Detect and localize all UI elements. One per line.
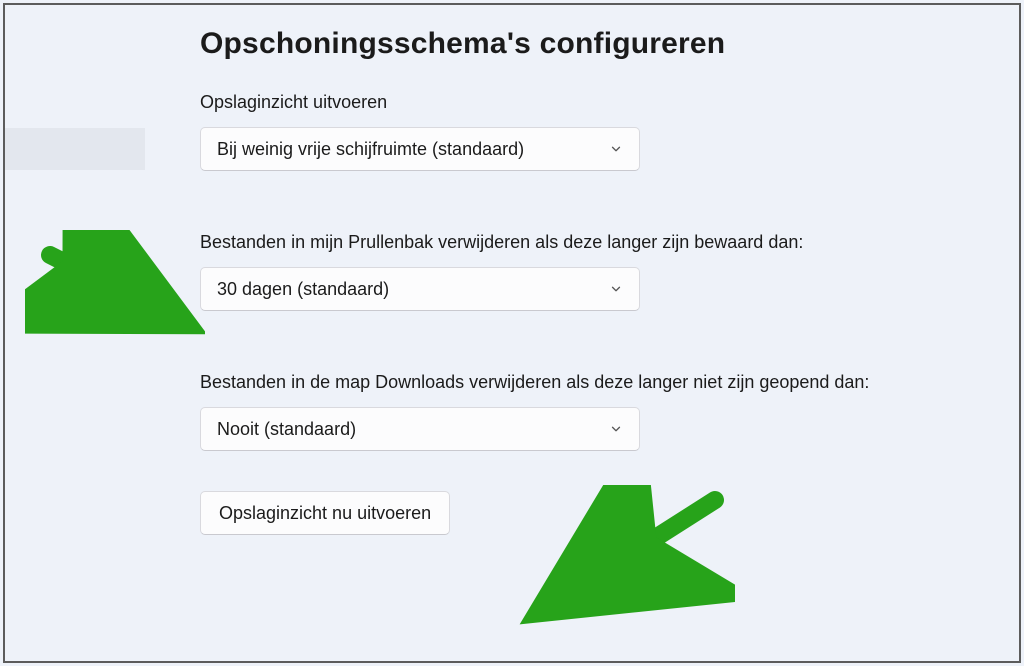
content-area: Opschoningsschema's configureren Opslagi… — [200, 27, 979, 535]
chevron-down-icon — [607, 140, 625, 158]
annotation-arrow-1 — [25, 230, 205, 350]
run-storage-sense-label: Opslaginzicht uitvoeren — [200, 89, 900, 115]
downloads-label: Bestanden in de map Downloads verwijdere… — [200, 369, 900, 395]
sidebar-selection-indicator — [5, 128, 145, 170]
run-storage-sense-value: Bij weinig vrije schijfruimte (standaard… — [217, 139, 524, 160]
page-title: Opschoningsschema's configureren — [200, 27, 979, 61]
chevron-down-icon — [607, 420, 625, 438]
run-now-button-label: Opslaginzicht nu uitvoeren — [219, 503, 431, 524]
chevron-down-icon — [607, 280, 625, 298]
settings-panel: Opschoningsschema's configureren Opslagi… — [3, 3, 1021, 663]
run-storage-sense-select[interactable]: Bij weinig vrije schijfruimte (standaard… — [200, 127, 640, 171]
recycle-bin-label: Bestanden in mijn Prullenbak verwijderen… — [200, 229, 900, 255]
downloads-select[interactable]: Nooit (standaard) — [200, 407, 640, 451]
run-now-button[interactable]: Opslaginzicht nu uitvoeren — [200, 491, 450, 535]
downloads-value: Nooit (standaard) — [217, 419, 356, 440]
recycle-bin-value: 30 dagen (standaard) — [217, 279, 389, 300]
recycle-bin-select[interactable]: 30 dagen (standaard) — [200, 267, 640, 311]
